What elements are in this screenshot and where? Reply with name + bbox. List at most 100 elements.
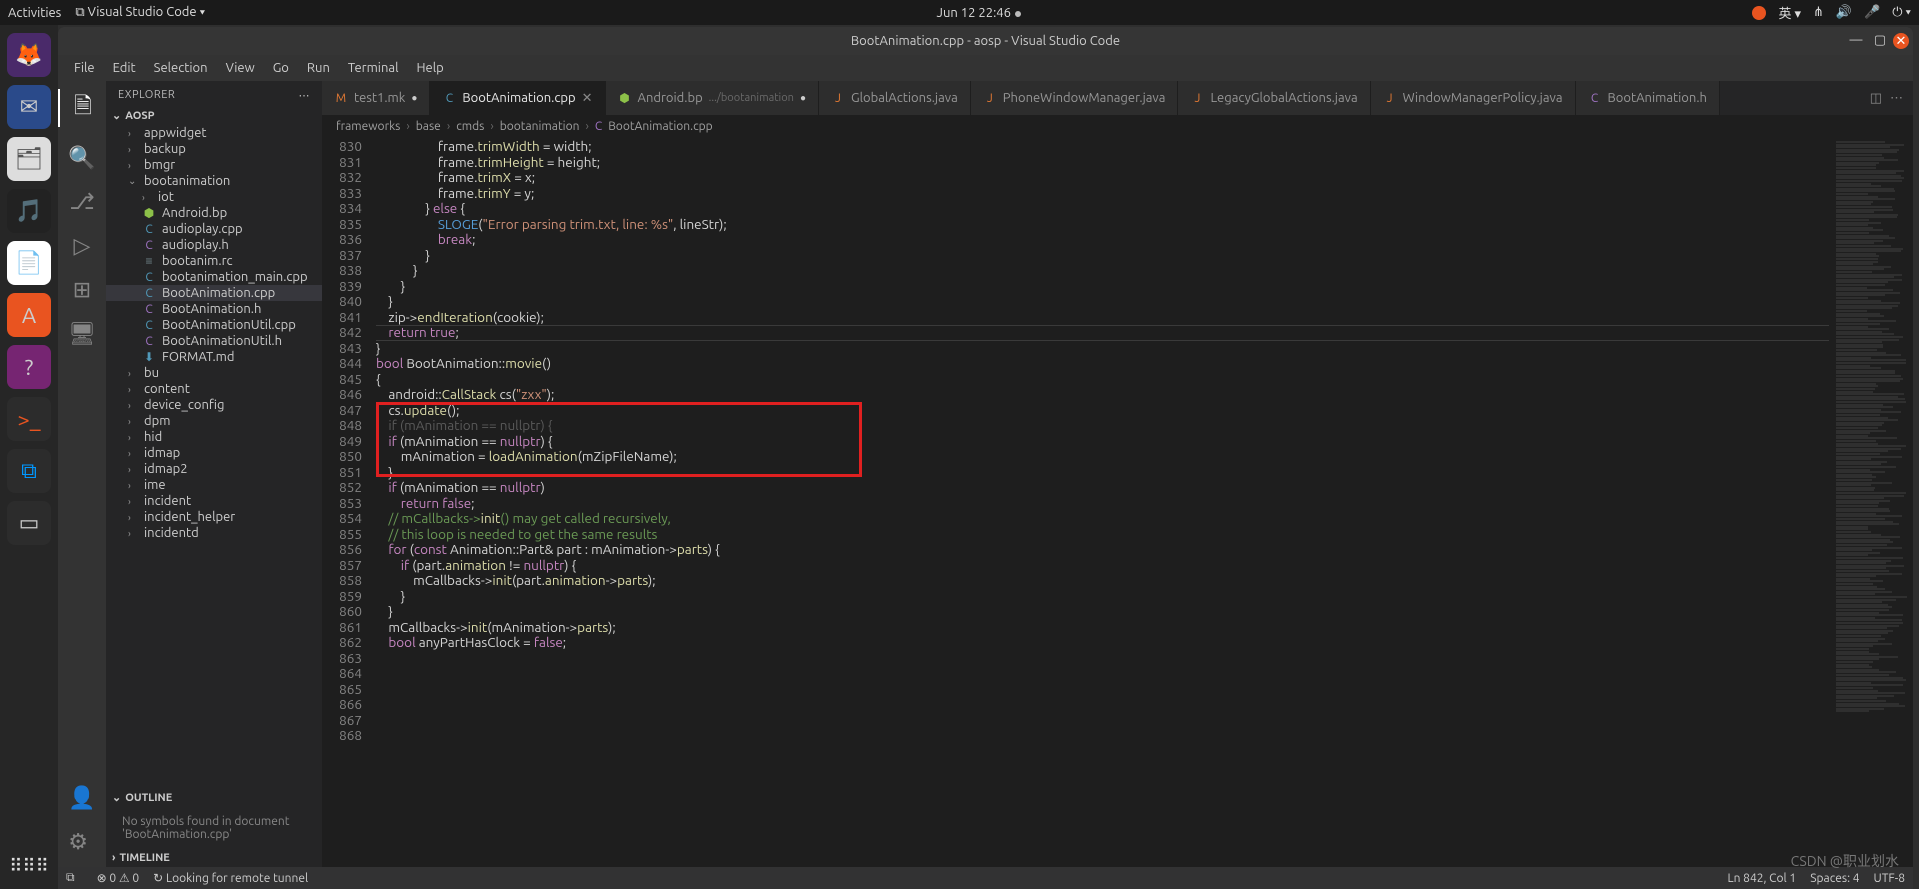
software-icon[interactable]: A <box>7 293 51 337</box>
status-bar: ⧉ ⊗ 0 ⚠ 0 ↻ Looking for remote tunnel Ln… <box>58 867 1913 889</box>
tab-bootanimation-h[interactable]: CBootAnimation.h <box>1576 81 1720 115</box>
menu-go[interactable]: Go <box>265 59 297 77</box>
show-apps-icon[interactable]: ⠿⠿⠿ <box>9 856 49 877</box>
tab-windowmanagerpolicy-java[interactable]: JWindowManagerPolicy.java <box>1371 81 1576 115</box>
menu-help[interactable]: Help <box>408 59 451 77</box>
activities-button[interactable]: Activities <box>8 6 61 20</box>
tree-item-bootanimation[interactable]: ⌄bootanimation <box>106 173 322 189</box>
libreoffice-icon[interactable]: 📄 <box>7 241 51 285</box>
cursor-position[interactable]: Ln 842, Col 1 <box>1727 872 1796 885</box>
mic-icon[interactable]: 🎤 <box>1864 5 1880 20</box>
tree-item-audioplay-cpp[interactable]: Caudioplay.cpp <box>106 221 322 237</box>
tree-item-iot[interactable]: ›iot <box>106 189 322 205</box>
run-debug-icon[interactable]: ▷ <box>74 233 91 259</box>
tree-item-bu[interactable]: ›bu <box>106 365 322 381</box>
tree-item-device-config[interactable]: ›device_config <box>106 397 322 413</box>
watermark-text: CSDN @职业划水 <box>1791 851 1899 871</box>
crumb-base[interactable]: base <box>416 120 441 133</box>
tab-close-icon[interactable]: ✕ <box>582 91 593 106</box>
vscode-dock-icon[interactable]: ⧉ <box>7 449 51 493</box>
tree-item-format-md[interactable]: ⬇FORMAT.md <box>106 349 322 365</box>
indent-status[interactable]: Spaces: 4 <box>1810 872 1859 885</box>
tree-item-bootanimationutil-h[interactable]: CBootAnimationUtil.h <box>106 333 322 349</box>
clock[interactable]: Jun 12 22:46 <box>937 6 1011 20</box>
help-icon[interactable]: ? <box>7 345 51 389</box>
tree-item-idmap2[interactable]: ›idmap2 <box>106 461 322 477</box>
crumb-cmds[interactable]: cmds <box>456 120 484 133</box>
crumb-BootAnimation.cpp[interactable]: BootAnimation.cpp <box>608 120 713 133</box>
tree-item-incident-helper[interactable]: ›incident_helper <box>106 509 322 525</box>
files-icon[interactable]: 🗂 <box>7 137 51 181</box>
tree-item-android-bp[interactable]: ⬢Android.bp <box>106 205 322 221</box>
menu-terminal[interactable]: Terminal <box>340 59 407 77</box>
explorer-icon[interactable]: 🗎 <box>58 89 106 127</box>
tree-item-backup[interactable]: ›backup <box>106 141 322 157</box>
tree-item-bootanimation-h[interactable]: CBootAnimation.h <box>106 301 322 317</box>
menu-file[interactable]: File <box>66 59 103 77</box>
power-icon[interactable]: ⏻ ▾ <box>1892 5 1911 20</box>
tab-bootanimation-cpp[interactable]: CBootAnimation.cpp✕ <box>430 81 605 115</box>
minimap[interactable] <box>1829 137 1913 867</box>
input-method[interactable]: 英 ▾ <box>1778 3 1801 22</box>
tree-item-ime[interactable]: ›ime <box>106 477 322 493</box>
tree-item-audioplay-h[interactable]: Caudioplay.h <box>106 237 322 253</box>
firefox-icon[interactable]: 🦊 <box>7 33 51 77</box>
extensions-icon[interactable]: ⊞ <box>73 277 91 303</box>
maximize-button[interactable]: ▢ <box>1869 33 1891 49</box>
remote-explorer-icon[interactable]: 🖥 <box>68 321 96 347</box>
account-icon[interactable]: 👤 <box>68 785 95 811</box>
tab-android-bp[interactable]: ⬢Android.bp.../bootanimation● <box>606 81 819 115</box>
tree-item-incidentd[interactable]: ›incidentd <box>106 525 322 541</box>
explorer-more-icon[interactable]: ⋯ <box>299 89 311 102</box>
search-icon[interactable]: 🔍 <box>68 145 95 171</box>
tab-globalactions-java[interactable]: JGlobalActions.java <box>819 81 971 115</box>
more-actions-icon[interactable]: ⋯ <box>1890 91 1903 106</box>
tree-item-bootanim-rc[interactable]: ≡bootanim.rc <box>106 253 322 269</box>
remote-tunnel-status[interactable]: ↻ Looking for remote tunnel <box>153 871 308 885</box>
timeline-section[interactable]: › TIMELINE <box>106 849 322 867</box>
tree-item-incident[interactable]: ›incident <box>106 493 322 509</box>
tree-item-appwidget[interactable]: ›appwidget <box>106 125 322 141</box>
notification-icon[interactable] <box>1752 6 1766 20</box>
tab-legacyglobalactions-java[interactable]: JLegacyGlobalActions.java <box>1178 81 1370 115</box>
thunderbird-icon[interactable]: ✉ <box>7 85 51 129</box>
code-editor[interactable]: frame.trimWidth = width; frame.trimHeigh… <box>376 137 1829 867</box>
encoding-status[interactable]: UTF-8 <box>1874 872 1905 885</box>
tab-phonewindowmanager-java[interactable]: JPhoneWindowManager.java <box>971 81 1179 115</box>
tab-test1-mk[interactable]: Mtest1.mk● <box>322 81 430 115</box>
menu-view[interactable]: View <box>218 59 263 77</box>
tree-item-content[interactable]: ›content <box>106 381 322 397</box>
remote-indicator[interactable]: ⧉ <box>58 867 83 889</box>
breadcrumb[interactable]: frameworks›base›cmds›bootanimation›C Boo… <box>322 115 1913 137</box>
tree-item-bmgr[interactable]: ›bmgr <box>106 157 322 173</box>
tree-item-bootanimationutil-cpp[interactable]: CBootAnimationUtil.cpp <box>106 317 322 333</box>
crumb-bootanimation[interactable]: bootanimation <box>500 120 580 133</box>
menu-edit[interactable]: Edit <box>105 59 144 77</box>
crumb-frameworks[interactable]: frameworks <box>336 120 400 133</box>
rhythmbox-icon[interactable]: 🎵 <box>7 189 51 233</box>
tree-item-bootanimation-main-cpp[interactable]: Cbootanimation_main.cpp <box>106 269 322 285</box>
source-control-icon[interactable]: ⎇ <box>69 189 94 215</box>
settings-gear-icon[interactable]: ⚙ <box>68 829 95 855</box>
menu-selection[interactable]: Selection <box>146 59 216 77</box>
network-icon[interactable]: ⋔ <box>1813 5 1824 20</box>
menu-run[interactable]: Run <box>299 59 338 77</box>
tree-item-dpm[interactable]: ›dpm <box>106 413 322 429</box>
volume-icon[interactable]: 🔊 <box>1836 5 1852 20</box>
terminal-icon[interactable]: >_ <box>7 397 51 441</box>
window-titlebar[interactable]: BootAnimation.cpp - aosp - Visual Studio… <box>58 27 1913 55</box>
desktop-icon[interactable]: ▭ <box>7 501 51 545</box>
outline-section[interactable]: ⌄ OUTLINE <box>106 788 322 807</box>
tree-item-bootanimation-cpp[interactable]: CBootAnimation.cpp <box>106 285 322 301</box>
tree-item-hid[interactable]: ›hid <box>106 429 322 445</box>
app-menu[interactable]: ⧉ Visual Studio Code ▾ <box>75 5 205 20</box>
tree-item-idmap[interactable]: ›idmap <box>106 445 322 461</box>
project-section[interactable]: ⌄ AOSP <box>106 106 322 125</box>
explorer-title: EXPLORER <box>118 89 175 102</box>
problems-status[interactable]: ⊗ 0 ⚠ 0 <box>97 871 140 885</box>
split-editor-icon[interactable]: ◫ <box>1870 91 1882 106</box>
outline-empty: No symbols found in document 'BootAnimat… <box>106 807 322 849</box>
minimize-button[interactable]: — <box>1845 33 1867 49</box>
close-button[interactable]: ✕ <box>1893 33 1909 49</box>
file-tree: ›appwidget›backup›bmgr⌄bootanimation›iot… <box>106 125 322 788</box>
